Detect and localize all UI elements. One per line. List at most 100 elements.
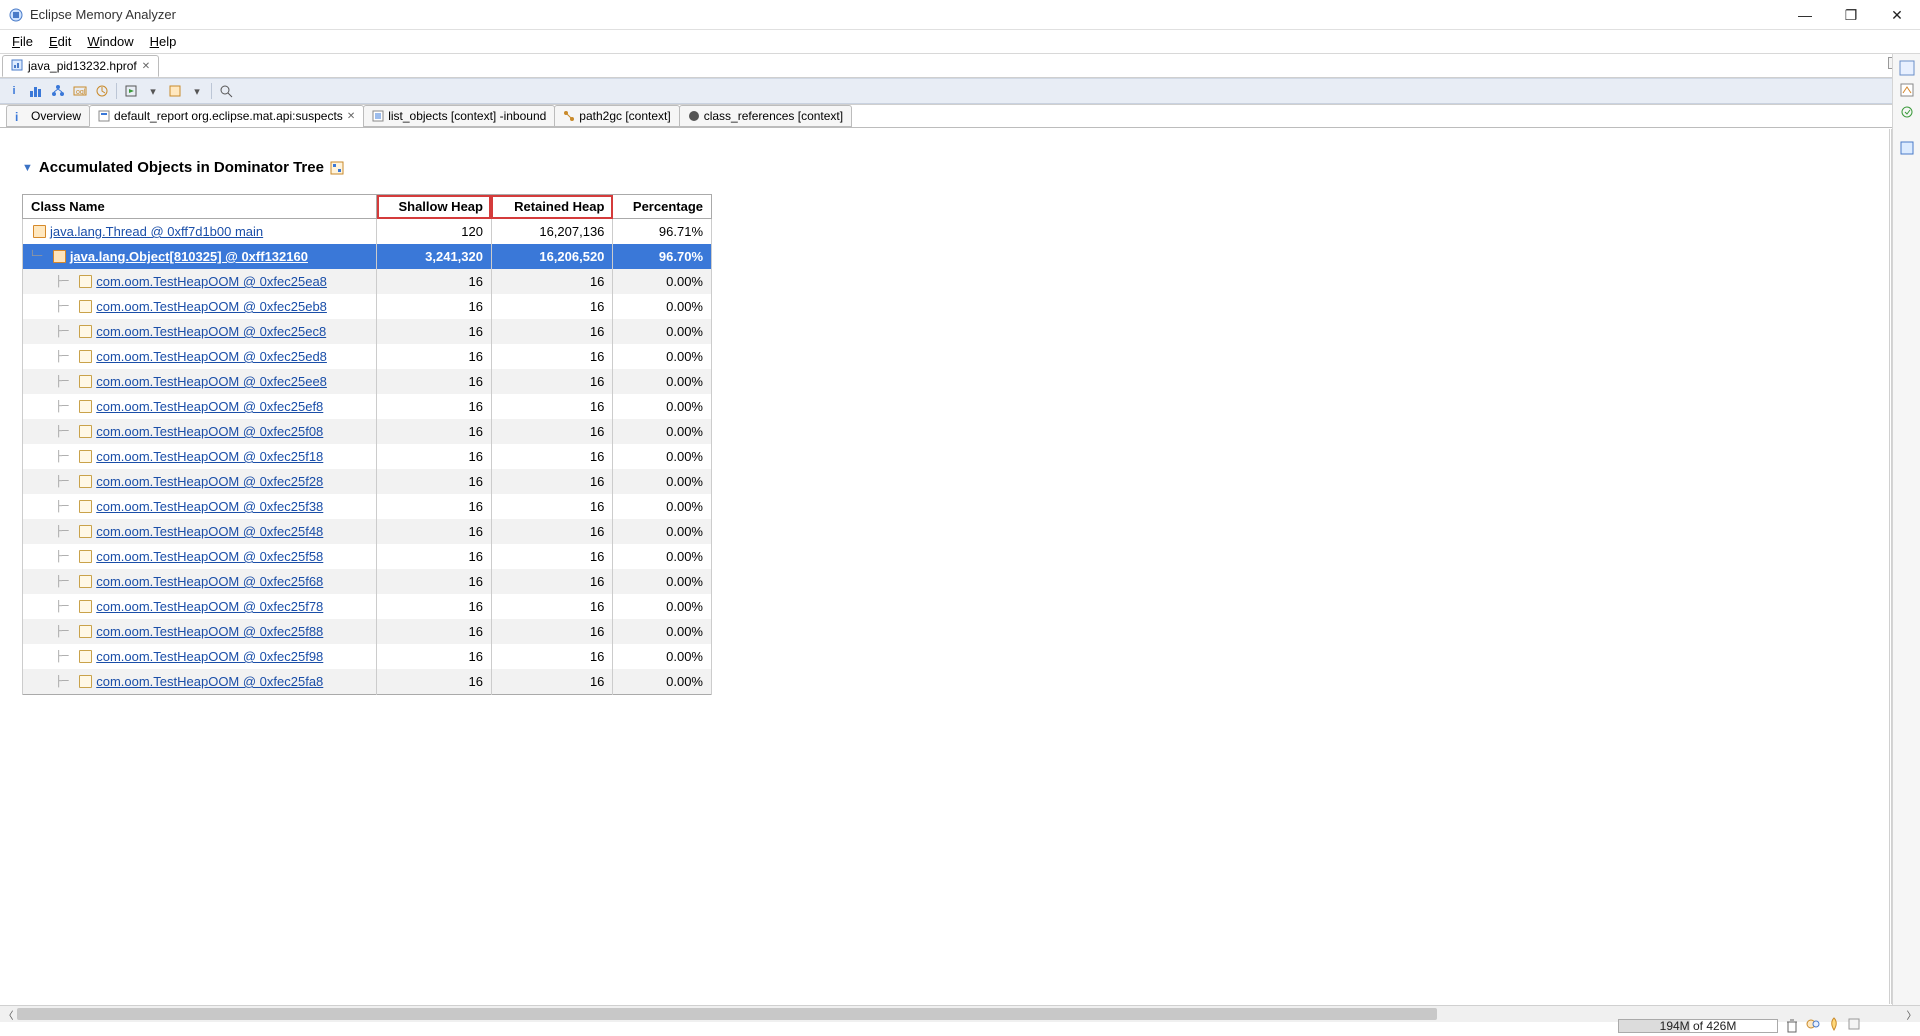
table-row[interactable]: ├─ com.oom.TestHeapOOM @ 0xfec25f5816160… [23, 544, 712, 569]
object-link[interactable]: com.oom.TestHeapOOM @ 0xfec25f08 [96, 424, 323, 439]
cell-percentage: 0.00% [613, 494, 712, 519]
editor-tab-hprof[interactable]: java_pid13232.hprof ✕ [2, 55, 159, 77]
right-trim [1892, 54, 1920, 1022]
table-row[interactable]: ├─ com.oom.TestHeapOOM @ 0xfec25f6816160… [23, 569, 712, 594]
object-link[interactable]: com.oom.TestHeapOOM @ 0xfec25eb8 [96, 299, 327, 314]
tab-path2gc[interactable]: path2gc [context] [554, 105, 679, 127]
object-link[interactable]: com.oom.TestHeapOOM @ 0xfec25ee8 [96, 374, 327, 389]
table-row[interactable]: ├─ com.oom.TestHeapOOM @ 0xfec25ed816160… [23, 344, 712, 369]
object-link[interactable]: com.oom.TestHeapOOM @ 0xfec25ef8 [96, 399, 323, 414]
scroll-right-icon[interactable]: 〉 [1903, 1007, 1920, 1022]
object-link[interactable]: java.lang.Thread @ 0xff7d1b00 main [50, 224, 263, 239]
close-icon[interactable]: ✕ [347, 111, 355, 122]
table-row[interactable]: ├─ com.oom.TestHeapOOM @ 0xfec25f2816160… [23, 469, 712, 494]
close-icon[interactable]: ✕ [142, 61, 150, 72]
col-retained-heap[interactable]: Retained Heap [491, 195, 612, 219]
tree-connector: ├─ [29, 376, 75, 388]
object-link[interactable]: java.lang.Object[810325] @ 0xff132160 [70, 249, 308, 264]
tab-overview[interactable]: i Overview [6, 105, 90, 127]
scroll-left-icon[interactable]: 〈 [0, 1007, 17, 1022]
object-icon [79, 525, 92, 538]
thread-icon[interactable] [94, 83, 110, 99]
object-icon [79, 450, 92, 463]
table-row[interactable]: ├─ com.oom.TestHeapOOM @ 0xfec25f0816160… [23, 419, 712, 444]
perspective-icon[interactable] [1899, 82, 1915, 98]
report-icon [98, 110, 110, 122]
cell-retained: 16 [491, 669, 612, 695]
tree-connector: ├─ [29, 576, 75, 588]
perspective-icon[interactable] [1899, 140, 1915, 156]
object-link[interactable]: com.oom.TestHeapOOM @ 0xfec25f98 [96, 649, 323, 664]
cell-retained: 16 [491, 619, 612, 644]
scrollbar-thumb[interactable] [17, 1008, 1437, 1020]
menu-window[interactable]: Window [79, 32, 141, 51]
table-row[interactable]: ├─ com.oom.TestHeapOOM @ 0xfec25ec816160… [23, 319, 712, 344]
menu-edit[interactable]: Edit [41, 32, 79, 51]
table-row[interactable]: ├─ com.oom.TestHeapOOM @ 0xfec25f1816160… [23, 444, 712, 469]
query-icon[interactable] [167, 83, 183, 99]
toolbar: i oql ▾ ▾ ? [0, 78, 1920, 104]
table-row[interactable]: java.lang.Thread @ 0xff7d1b00 main12016,… [23, 219, 712, 245]
oql-icon[interactable]: oql [72, 83, 88, 99]
col-class-name[interactable]: Class Name [23, 195, 377, 219]
object-link[interactable]: com.oom.TestHeapOOM @ 0xfec25ea8 [96, 274, 327, 289]
object-icon [79, 600, 92, 613]
object-link[interactable]: com.oom.TestHeapOOM @ 0xfec25f88 [96, 624, 323, 639]
table-row[interactable]: ├─ com.oom.TestHeapOOM @ 0xfec25f9816160… [23, 644, 712, 669]
menu-help[interactable]: Help [142, 32, 185, 51]
object-link[interactable]: com.oom.TestHeapOOM @ 0xfec25f18 [96, 449, 323, 464]
info-icon[interactable]: i [6, 83, 22, 99]
col-shallow-heap[interactable]: Shallow Heap [377, 195, 492, 219]
table-row[interactable]: ├─ com.oom.TestHeapOOM @ 0xfec25ee816160… [23, 369, 712, 394]
object-icon [79, 325, 92, 338]
minimize-button[interactable]: — [1782, 0, 1828, 30]
table-row[interactable]: └─ java.lang.Object[810325] @ 0xff132160… [23, 244, 712, 269]
path-icon [563, 110, 575, 122]
object-link[interactable]: com.oom.TestHeapOOM @ 0xfec25f28 [96, 474, 323, 489]
histogram-icon[interactable] [28, 83, 44, 99]
table-row[interactable]: ├─ com.oom.TestHeapOOM @ 0xfec25f4816160… [23, 519, 712, 544]
object-link[interactable]: com.oom.TestHeapOOM @ 0xfec25f38 [96, 499, 323, 514]
tree-connector: ├─ [29, 626, 75, 638]
dominator-tree-icon[interactable] [50, 83, 66, 99]
status-icon[interactable] [1848, 1018, 1860, 1033]
object-link[interactable]: com.oom.TestHeapOOM @ 0xfec25f78 [96, 599, 323, 614]
object-link[interactable]: com.oom.TestHeapOOM @ 0xfec25ed8 [96, 349, 327, 364]
gc-trash-icon[interactable] [1786, 1019, 1798, 1033]
section-title: Accumulated Objects in Dominator Tree [39, 159, 324, 176]
search-icon[interactable] [218, 83, 234, 99]
run-report-icon[interactable] [123, 83, 139, 99]
section-header[interactable]: ▼ Accumulated Objects in Dominator Tree [22, 159, 1889, 176]
perspective-icon[interactable] [1899, 104, 1915, 120]
object-link[interactable]: com.oom.TestHeapOOM @ 0xfec25f68 [96, 574, 323, 589]
tab-class-references[interactable]: class_references [context] [679, 105, 852, 127]
table-row[interactable]: ├─ com.oom.TestHeapOOM @ 0xfec25eb816160… [23, 294, 712, 319]
table-row[interactable]: ├─ com.oom.TestHeapOOM @ 0xfec25f7816160… [23, 594, 712, 619]
cell-percentage: 0.00% [613, 594, 712, 619]
status-icon[interactable] [1806, 1017, 1820, 1034]
cell-retained: 16 [491, 419, 612, 444]
cell-shallow: 16 [377, 569, 492, 594]
tab-default-report[interactable]: default_report org.eclipse.mat.api:suspe… [89, 105, 364, 127]
status-icon[interactable] [1828, 1017, 1840, 1034]
menu-file[interactable]: File [4, 32, 41, 51]
object-link[interactable]: com.oom.TestHeapOOM @ 0xfec25ec8 [96, 324, 326, 339]
object-link[interactable]: com.oom.TestHeapOOM @ 0xfec25f58 [96, 549, 323, 564]
tab-list-objects[interactable]: list_objects [context] -inbound [363, 105, 555, 127]
object-link[interactable]: com.oom.TestHeapOOM @ 0xfec25f48 [96, 524, 323, 539]
dropdown-arrow-icon[interactable]: ▾ [189, 83, 205, 99]
perspective-icon[interactable] [1899, 60, 1915, 76]
table-row[interactable]: ├─ com.oom.TestHeapOOM @ 0xfec25f8816160… [23, 619, 712, 644]
maximize-button[interactable]: ❐ [1828, 0, 1874, 30]
table-row[interactable]: ├─ com.oom.TestHeapOOM @ 0xfec25f3816160… [23, 494, 712, 519]
table-row[interactable]: ├─ com.oom.TestHeapOOM @ 0xfec25fa816160… [23, 669, 712, 695]
col-percentage[interactable]: Percentage [613, 195, 712, 219]
cell-retained: 16,207,136 [491, 219, 612, 245]
close-button[interactable]: ✕ [1874, 0, 1920, 30]
dropdown-arrow-icon[interactable]: ▾ [145, 83, 161, 99]
table-row[interactable]: ├─ com.oom.TestHeapOOM @ 0xfec25ef816160… [23, 394, 712, 419]
table-row[interactable]: ├─ com.oom.TestHeapOOM @ 0xfec25ea816160… [23, 269, 712, 294]
object-link[interactable]: com.oom.TestHeapOOM @ 0xfec25fa8 [96, 674, 323, 689]
memory-gauge[interactable]: 194M of 426M [1618, 1019, 1778, 1033]
collapse-icon[interactable]: ▼ [22, 162, 33, 174]
